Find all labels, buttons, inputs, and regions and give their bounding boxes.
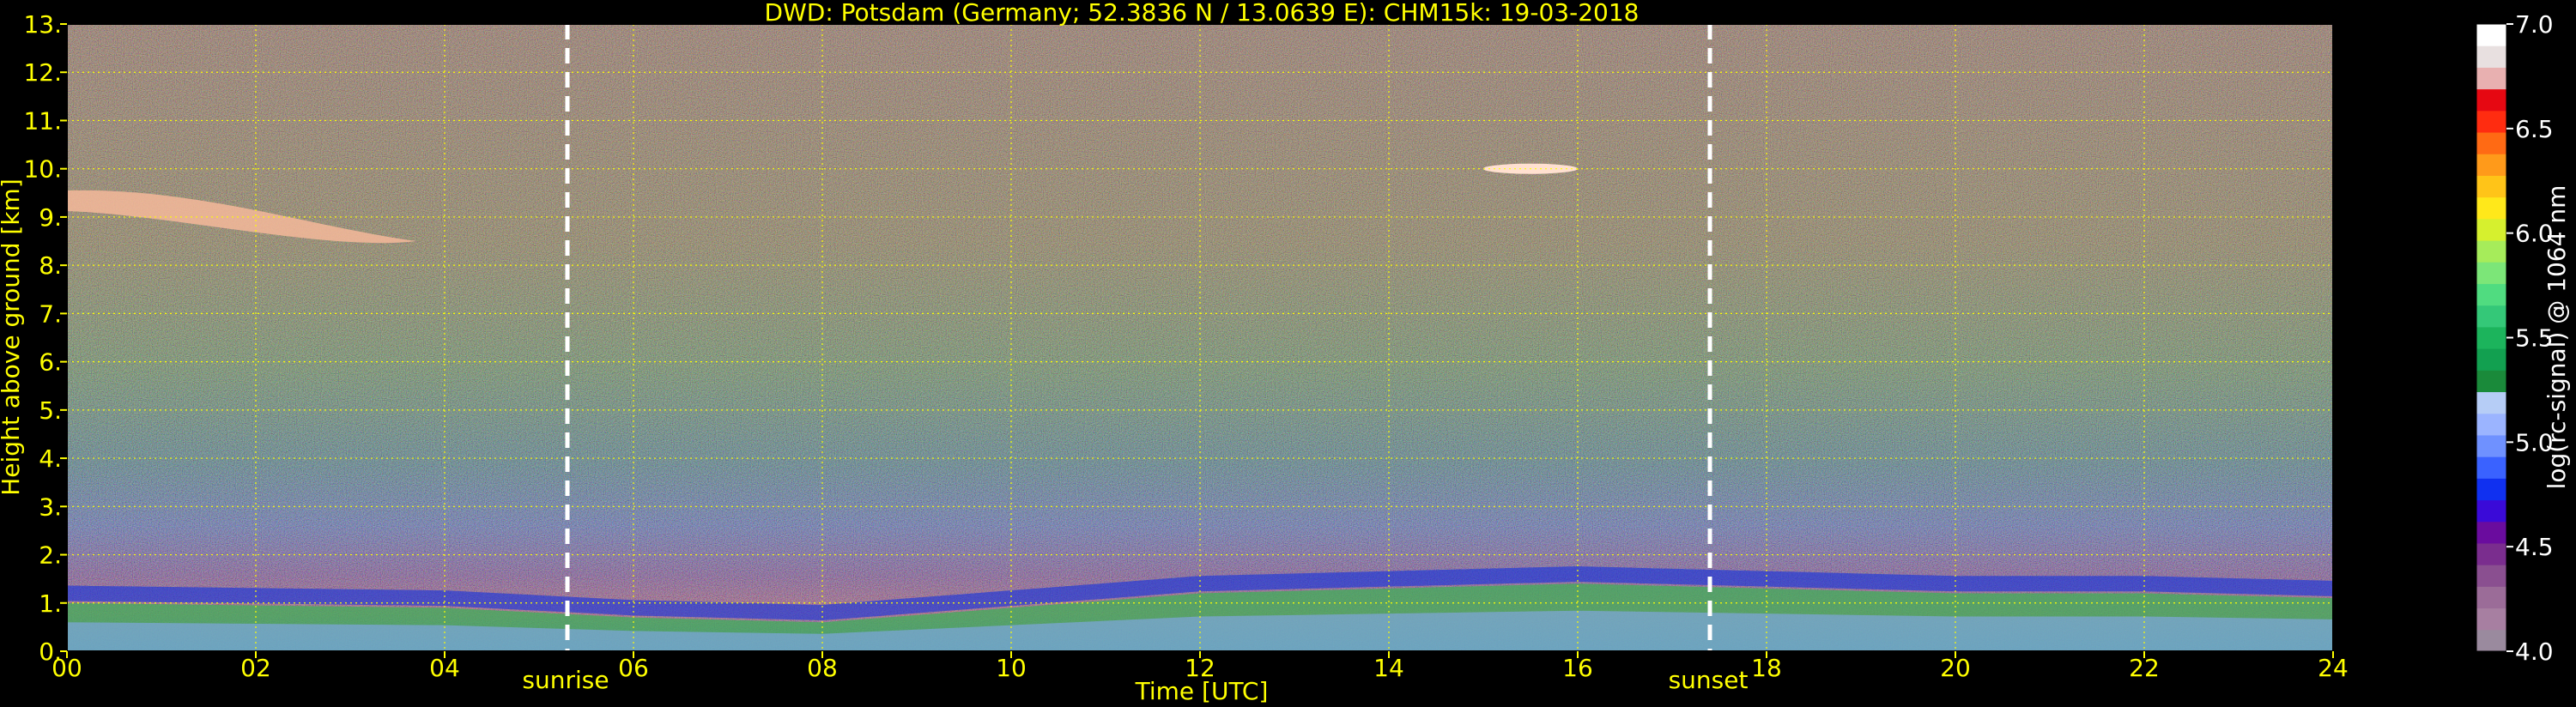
colorbar-segment — [2476, 413, 2506, 436]
colorbar-segment — [2476, 607, 2506, 631]
colorbar-segment — [2476, 196, 2506, 220]
colorbar-segment — [2476, 434, 2506, 457]
colorbar-segment — [2476, 542, 2506, 565]
y-tick-label: 10. — [23, 155, 62, 184]
colorbar-segment — [2476, 305, 2506, 328]
colorbar-segment — [2476, 45, 2506, 68]
y-tick-label: 4. — [39, 444, 62, 473]
x-tick-label: 06 — [618, 654, 649, 682]
y-tick-label: 1. — [39, 589, 62, 618]
colorbar-label: log(rc-signal) @ 1064 nm — [2543, 185, 2571, 490]
colorbar-segment — [2476, 499, 2506, 523]
colorbar-segment — [2476, 456, 2506, 479]
y-tick-label: 13. — [23, 10, 62, 39]
colorbar-segment — [2476, 586, 2506, 609]
plot-area: sunrise sunset — [66, 23, 2334, 694]
colorbar-segment — [2476, 154, 2506, 176]
y-tick-label: 9. — [39, 203, 62, 232]
y-tick-label: 2. — [39, 541, 62, 570]
x-tick-label: 04 — [429, 654, 460, 682]
y-tick-label: 3. — [39, 492, 62, 521]
colorbar-segment — [2476, 262, 2506, 284]
x-tick-label: 10 — [996, 654, 1027, 682]
colorbar-tick-label: 4.5 — [2515, 533, 2554, 561]
colorbar-segment — [2476, 132, 2506, 154]
colorbar-segment — [2476, 240, 2506, 263]
y-tick-label: 12. — [23, 58, 62, 87]
x-tick-label: 24 — [2318, 654, 2349, 682]
y-tick-label: 0. — [39, 638, 62, 666]
colorbar-segment — [2476, 565, 2506, 587]
colorbar-segment — [2476, 88, 2506, 112]
colorbar-segment — [2476, 521, 2506, 544]
colorbar-segment — [2476, 478, 2506, 501]
colorbar-segment — [2476, 24, 2506, 46]
x-axis-label: Time [UTC] — [1135, 677, 1269, 705]
colorbar-tick-label: 6.5 — [2515, 115, 2554, 143]
colorbar-segment — [2476, 629, 2506, 652]
colorbar-segment — [2476, 326, 2506, 349]
chart-title: DWD: Potsdam (Germany; 52.3836 N / 13.06… — [765, 0, 1640, 27]
x-tick-label: 16 — [1562, 654, 1593, 682]
colorbar-tick-label: 4.0 — [2515, 638, 2554, 666]
x-tick-label: 18 — [1751, 654, 1782, 682]
y-tick-label: 8. — [39, 251, 62, 280]
x-tick-label: 22 — [2129, 654, 2160, 682]
colorbar-segment — [2476, 67, 2506, 90]
colorbar-segment — [2476, 391, 2506, 414]
colorbar-segment — [2476, 218, 2506, 241]
x-tick-label: 14 — [1373, 654, 1404, 682]
sunrise-label: sunrise — [522, 666, 609, 694]
colorbar-segment — [2476, 175, 2506, 198]
y-tick-label: 7. — [39, 299, 62, 328]
y-axis: 0. 1. 2. 3. 4. 5. 6. 7. 8. 9. 10. 11. 12. 13. — [23, 10, 67, 666]
ceilometer-chart: sunrise sunset 00 02 04 06 08 10 12 14 16 18 20 22 24… — [0, 0, 2571, 705]
colorbar-tick-label: 7.0 — [2515, 10, 2554, 39]
colorbar-segment — [2476, 370, 2506, 393]
y-axis-label: Height above ground [km] — [0, 178, 25, 496]
colorbar-segment — [2476, 283, 2506, 306]
x-tick-label: 08 — [807, 654, 838, 682]
y-tick-label: 11. — [23, 106, 62, 135]
y-tick-label: 6. — [39, 348, 62, 377]
colorbar-segment — [2476, 110, 2506, 133]
sunset-label: sunset — [1669, 666, 1749, 694]
colorbar-segment — [2476, 348, 2506, 371]
x-tick-label: 20 — [1940, 654, 1971, 682]
y-tick-label: 5. — [39, 396, 62, 425]
x-tick-label: 02 — [240, 654, 271, 682]
